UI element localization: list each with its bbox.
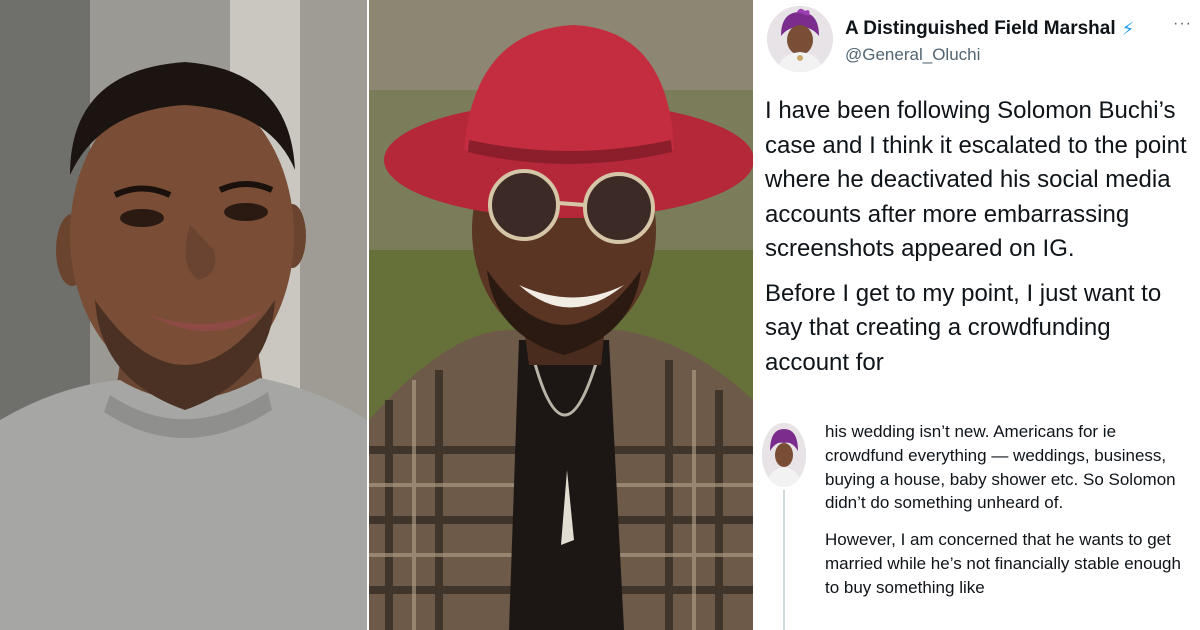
tweet-paragraph: Before I get to my point, I just want to… — [765, 279, 1162, 376]
avatar-image — [767, 6, 833, 72]
reply-body: his wedding isn’t new. Americans for ie … — [825, 420, 1197, 600]
reply-avatar[interactable] — [762, 423, 806, 487]
tweet-header: A Distinguished Field Marshal ⚡ @General… — [767, 6, 1192, 72]
user-handle[interactable]: @General_Oluchi — [845, 45, 980, 65]
display-name-row: A Distinguished Field Marshal ⚡ — [845, 18, 1134, 40]
portrait-illustration — [369, 0, 753, 630]
image-collage: A Distinguished Field Marshal ⚡ @General… — [0, 0, 1200, 630]
display-name[interactable]: A Distinguished Field Marshal — [845, 18, 1116, 40]
lightning-bolt-icon: ⚡ — [1121, 19, 1135, 39]
tweet-paragraph: I have been following Solomon Buchi’s ca… — [765, 97, 1187, 262]
avatar[interactable] — [767, 6, 833, 72]
thread-connector-line — [783, 490, 785, 630]
tweet-body: I have been following Solomon Buchi’s ca… — [765, 94, 1197, 380]
portrait-illustration — [0, 0, 367, 630]
reply-paragraph: his wedding isn’t new. Americans for ie … — [825, 422, 1176, 513]
more-options-icon[interactable]: ··· — [1173, 16, 1192, 32]
tweet-screenshot: A Distinguished Field Marshal ⚡ @General… — [755, 0, 1200, 630]
photo-portrait-red-hat — [369, 0, 753, 630]
avatar-image — [762, 423, 806, 487]
photo-portrait-grey-sweater — [0, 0, 367, 630]
reply-paragraph: However, I am concerned that he wants to… — [825, 530, 1181, 597]
